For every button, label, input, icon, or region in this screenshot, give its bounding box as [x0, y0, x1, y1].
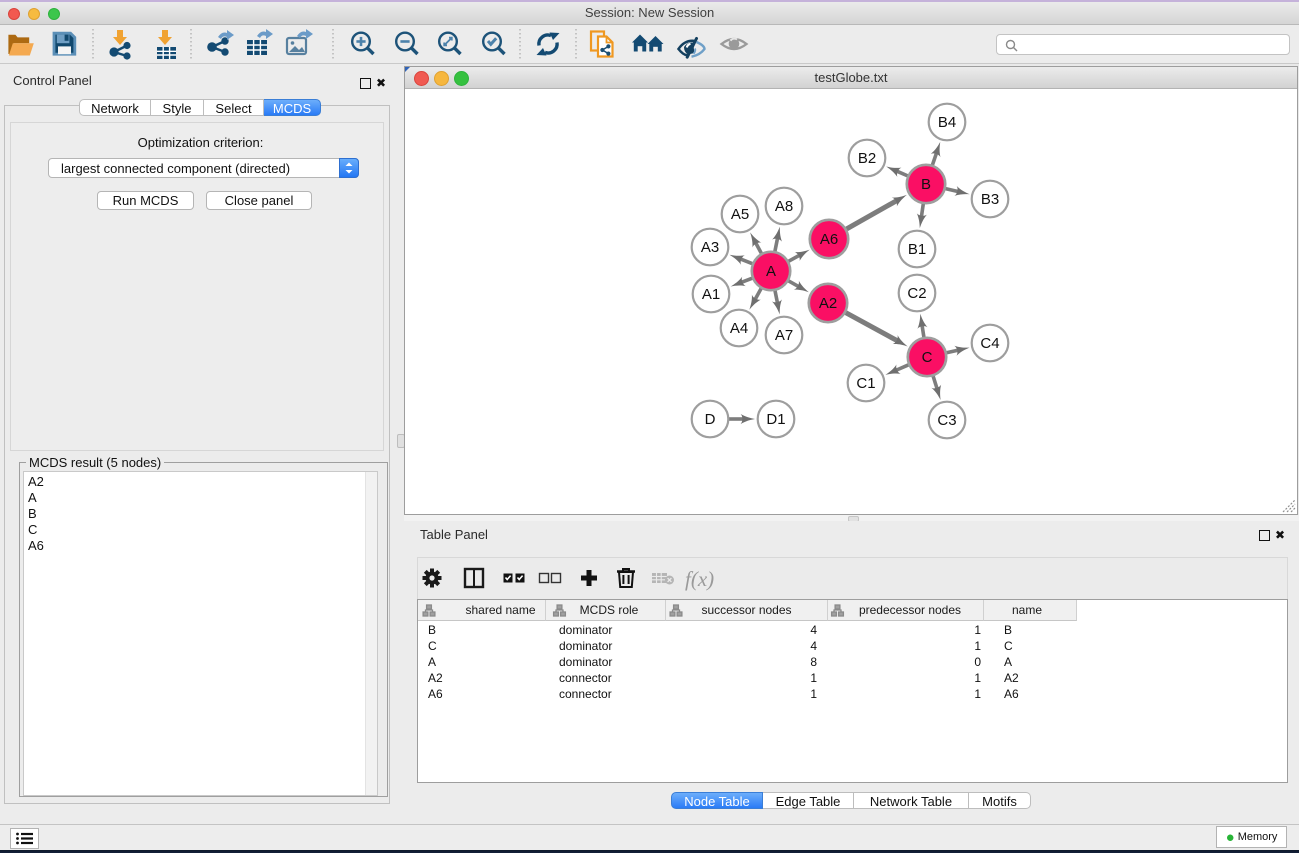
svg-text:A1: A1 — [702, 286, 720, 303]
svg-text:C1: C1 — [856, 375, 875, 392]
svg-text:B: B — [921, 176, 931, 193]
svg-text:B3: B3 — [981, 191, 999, 208]
svg-text:C4: C4 — [980, 335, 999, 352]
svg-text:B1: B1 — [908, 241, 926, 258]
svg-text:C2: C2 — [907, 285, 926, 302]
svg-text:C3: C3 — [937, 412, 956, 429]
svg-text:B2: B2 — [858, 150, 876, 167]
svg-text:A5: A5 — [731, 206, 749, 223]
svg-text:A6: A6 — [820, 231, 838, 248]
svg-text:A: A — [766, 263, 776, 280]
svg-text:C: C — [922, 349, 933, 366]
svg-text:A2: A2 — [819, 295, 837, 312]
svg-text:D1: D1 — [766, 411, 785, 428]
svg-text:B4: B4 — [938, 114, 956, 131]
svg-text:A4: A4 — [730, 320, 748, 337]
svg-text:f(x): f(x) — [685, 567, 714, 591]
svg-text:D: D — [705, 411, 716, 428]
svg-text:A7: A7 — [775, 327, 793, 344]
svg-text:A3: A3 — [701, 239, 719, 256]
svg-text:A8: A8 — [775, 198, 793, 215]
